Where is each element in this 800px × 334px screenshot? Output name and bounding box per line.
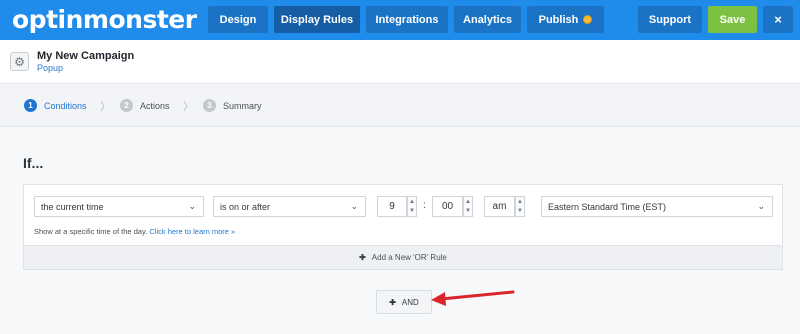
campaign-settings-button[interactable]: ⚙	[10, 52, 29, 71]
time-separator: :	[423, 200, 426, 211]
ampm-input[interactable]: am	[484, 196, 515, 217]
plus-icon: ✚	[359, 253, 366, 262]
plus-icon: ✚	[389, 297, 396, 307]
caret-down-icon[interactable]: ▼	[409, 208, 415, 214]
caret-up-icon[interactable]: ▲	[465, 199, 471, 205]
condition-select[interactable]: the current time ⌄	[34, 196, 204, 217]
caret-up-icon[interactable]: ▲	[409, 199, 415, 205]
caret-down-icon[interactable]: ▼	[517, 208, 523, 214]
operator-select-value: is on or after	[220, 201, 271, 212]
campaign-header: ⚙ My New Campaign Popup	[0, 40, 800, 84]
step-actions[interactable]: 2 Actions	[120, 99, 170, 112]
publish-label: Publish	[538, 13, 579, 26]
campaign-type: Popup	[37, 63, 64, 73]
and-label: AND	[401, 297, 419, 307]
timezone-select-value: Eastern Standard Time (EST)	[548, 201, 667, 212]
integrations-button[interactable]: Integrations	[366, 6, 448, 33]
save-button[interactable]: Save	[708, 6, 757, 33]
chevron-right-icon: 〉	[183, 101, 194, 113]
chevron-down-icon: ⌄	[350, 201, 358, 211]
step-label: Summary	[223, 100, 262, 111]
caret-down-icon[interactable]: ▼	[465, 208, 471, 214]
step-label: Conditions	[44, 100, 87, 111]
step-number: 2	[120, 99, 133, 112]
logo-text-left: optinm	[12, 5, 109, 34]
step-label: Actions	[140, 100, 170, 111]
rule-hint: Show at a specific time of the day. Clic…	[34, 227, 235, 236]
annotation-arrow-icon	[431, 290, 515, 306]
chevron-right-icon: 〉	[100, 101, 111, 113]
support-button[interactable]: Support	[638, 6, 702, 33]
step-conditions[interactable]: 1 Conditions	[24, 99, 87, 112]
top-navigation-bar: optinmonster Design Display Rules Integr…	[0, 0, 800, 40]
gear-icon: ⚙	[14, 54, 25, 69]
caret-up-icon[interactable]: ▲	[517, 199, 523, 205]
minute-input[interactable]: 00	[432, 196, 463, 217]
steps-bar: 1 Conditions 〉 2 Actions 〉 3 Summary	[0, 85, 800, 127]
chevron-down-icon: ⌄	[757, 201, 765, 211]
chevron-down-icon: ⌄	[188, 201, 196, 211]
design-button[interactable]: Design	[208, 6, 268, 33]
rule-group: the current time ⌄ is on or after ⌄ 9 ▲ …	[23, 184, 783, 270]
display-rules-button[interactable]: Display Rules	[274, 6, 360, 33]
hour-stepper[interactable]: ▲ ▼	[407, 196, 417, 217]
ampm-stepper[interactable]: ▲ ▼	[515, 196, 525, 217]
logo-monster-o: o	[108, 5, 126, 34]
if-heading: If...	[23, 155, 44, 171]
add-and-rule-button[interactable]: ✚ AND	[376, 290, 432, 314]
publish-button[interactable]: Publish	[527, 6, 604, 33]
hour-input[interactable]: 9	[377, 196, 407, 217]
close-button[interactable]: ×	[763, 6, 793, 33]
logo-text-right: nster	[125, 5, 197, 34]
operator-select[interactable]: is on or after ⌄	[213, 196, 366, 217]
publish-status-dot-icon	[583, 15, 593, 24]
step-number: 3	[203, 99, 216, 112]
minute-stepper[interactable]: ▲ ▼	[463, 196, 473, 217]
timezone-select[interactable]: Eastern Standard Time (EST) ⌄	[541, 196, 773, 217]
add-or-rule-label: Add a New 'OR' Rule	[371, 253, 447, 262]
step-summary[interactable]: 3 Summary	[203, 99, 262, 112]
step-number: 1	[24, 99, 37, 112]
add-or-rule-button[interactable]: ✚ Add a New 'OR' Rule	[24, 245, 782, 269]
analytics-button[interactable]: Analytics	[454, 6, 521, 33]
learn-more-link[interactable]: Click here to learn more »	[149, 227, 235, 236]
optinmonster-logo[interactable]: optinmonster	[12, 5, 197, 34]
campaign-title: My New Campaign	[37, 50, 135, 62]
rule-hint-text: Show at a specific time of the day.	[34, 227, 148, 236]
condition-select-value: the current time	[41, 201, 104, 212]
